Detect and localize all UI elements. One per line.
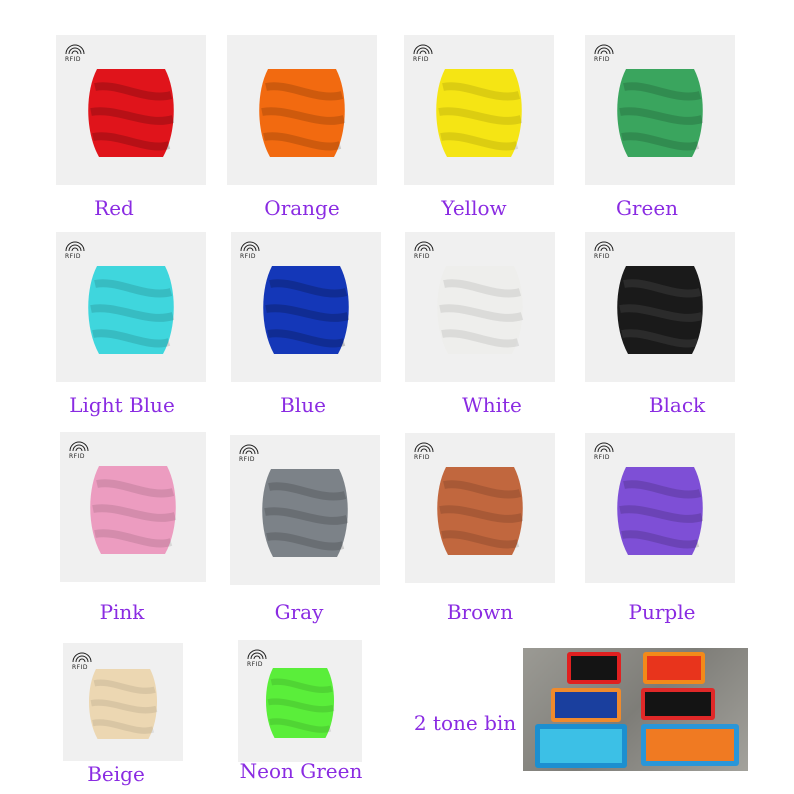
swatch-label-black: Black xyxy=(648,393,706,417)
rfid-icon xyxy=(239,444,259,455)
swatch-label-pink: Pink xyxy=(99,600,145,624)
rfid-icon xyxy=(413,44,433,55)
rfid-text: RFID xyxy=(413,56,430,63)
vase-brown xyxy=(437,467,524,555)
bin-red-black xyxy=(567,652,621,684)
bin-lightblue-blue xyxy=(535,724,627,768)
two-tone-bin-photo xyxy=(523,648,748,771)
swatch-tile-purple: RFID xyxy=(585,433,735,583)
swatch-label-beige: Beige xyxy=(87,762,145,786)
vase-purple xyxy=(617,467,704,555)
swatch-label-yellow: Yellow xyxy=(441,196,507,220)
rfid-text: RFID xyxy=(72,664,89,671)
swatch-tile-orange xyxy=(227,35,377,185)
swatch-label-gray: Gray xyxy=(274,600,324,624)
swatch-tile-beige: RFID xyxy=(63,643,183,761)
swatch-tile-white: RFID xyxy=(405,232,555,382)
bin-black-red xyxy=(641,688,715,720)
rfid-text: RFID xyxy=(240,253,257,260)
swatch-tile-green: RFID xyxy=(585,35,735,185)
bin-orange-red xyxy=(643,652,705,684)
rfid-icon xyxy=(414,241,434,252)
vase-neon-green xyxy=(265,668,335,739)
swatch-tile-yellow: RFID xyxy=(404,35,554,185)
swatch-tile-pink: RFID xyxy=(60,432,206,582)
swatch-label-brown: Brown xyxy=(446,600,514,624)
rfid-text: RFID xyxy=(414,454,431,461)
vase-orange xyxy=(259,69,346,157)
swatch-label-blue: Blue xyxy=(280,393,326,417)
vase-yellow xyxy=(436,69,523,157)
swatch-label-purple: Purple xyxy=(628,600,696,624)
rfid-text: RFID xyxy=(69,453,86,460)
swatch-label-neon-green: Neon Green xyxy=(239,759,363,783)
swatch-label-green: Green xyxy=(615,196,679,220)
swatch-label-red: Red xyxy=(94,196,134,220)
vase-green xyxy=(617,69,704,157)
swatch-label-light-blue: Light Blue xyxy=(69,393,175,417)
vase-white xyxy=(437,266,524,354)
bin-label: 2 tone bin xyxy=(413,711,517,735)
rfid-text: RFID xyxy=(594,253,611,260)
swatch-tile-red: RFID xyxy=(56,35,206,185)
vase-beige xyxy=(88,669,158,740)
rfid-icon xyxy=(247,649,267,660)
swatch-tile-brown: RFID xyxy=(405,433,555,583)
rfid-text: RFID xyxy=(414,253,431,260)
swatch-tile-blue: RFID xyxy=(231,232,381,382)
swatch-tile-gray: RFID xyxy=(230,435,380,585)
vase-gray xyxy=(262,469,349,557)
vase-light-blue xyxy=(88,266,175,354)
rfid-icon xyxy=(69,441,89,452)
bin-blue-orange xyxy=(551,688,621,722)
rfid-text: RFID xyxy=(239,456,256,463)
swatch-tile-light-blue: RFID xyxy=(56,232,206,382)
rfid-icon xyxy=(65,241,85,252)
rfid-icon xyxy=(594,44,614,55)
swatch-tile-neon-green: RFID xyxy=(238,640,362,762)
swatch-tile-black: RFID xyxy=(585,232,735,382)
vase-black xyxy=(617,266,704,354)
rfid-icon xyxy=(240,241,260,252)
rfid-text: RFID xyxy=(594,56,611,63)
swatch-label-orange: Orange xyxy=(264,196,340,220)
rfid-icon xyxy=(65,44,85,55)
bin-orange-blue xyxy=(641,724,739,766)
rfid-text: RFID xyxy=(247,661,264,668)
vase-blue xyxy=(263,266,350,354)
rfid-icon xyxy=(72,652,92,663)
rfid-icon xyxy=(594,241,614,252)
rfid-text: RFID xyxy=(65,56,82,63)
rfid-icon xyxy=(414,442,434,453)
swatch-label-white: White xyxy=(462,393,522,417)
vase-pink xyxy=(90,466,177,554)
vase-red xyxy=(88,69,175,157)
rfid-text: RFID xyxy=(65,253,82,260)
rfid-text: RFID xyxy=(594,454,611,461)
rfid-icon xyxy=(594,442,614,453)
